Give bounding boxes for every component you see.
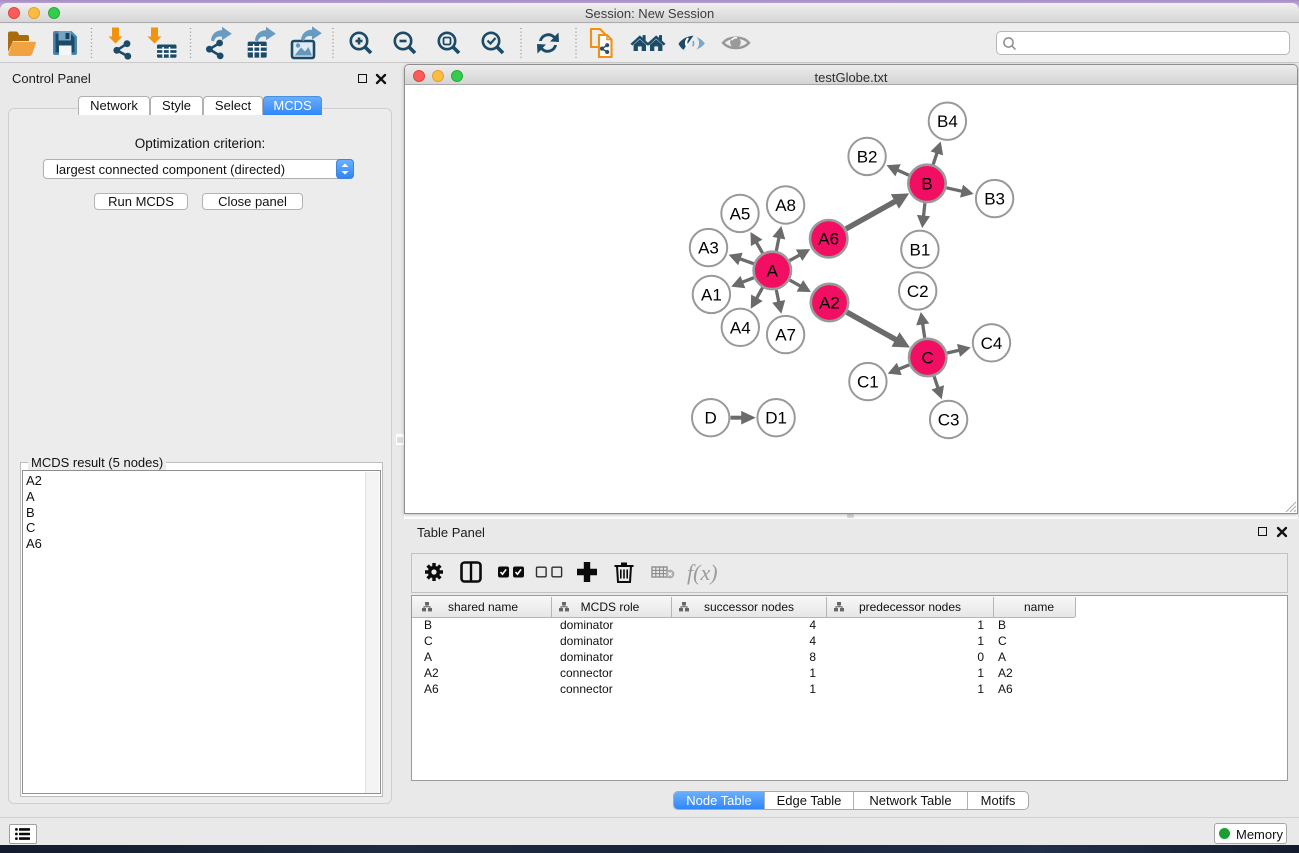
svg-text:predecessor nodes: predecessor nodes — [859, 600, 961, 614]
svg-text:D1: D1 — [765, 409, 787, 428]
svg-text:dominator: dominator — [560, 650, 613, 664]
svg-text:0: 0 — [977, 650, 984, 664]
svg-text:B: B — [424, 618, 432, 632]
svg-text:C2: C2 — [907, 282, 929, 301]
svg-text:successor nodes: successor nodes — [704, 600, 794, 614]
svg-text:1: 1 — [977, 634, 984, 648]
svg-text:B4: B4 — [937, 112, 958, 131]
svg-text:connector: connector — [560, 666, 613, 680]
svg-text:4: 4 — [809, 618, 816, 632]
svg-text:C3: C3 — [938, 411, 960, 430]
svg-text:A3: A3 — [698, 239, 719, 258]
svg-text:A6: A6 — [818, 230, 839, 249]
svg-text:D: D — [705, 409, 717, 428]
svg-text:1: 1 — [977, 666, 984, 680]
svg-text:A7: A7 — [775, 326, 796, 345]
svg-text:4: 4 — [809, 634, 816, 648]
svg-text:A4: A4 — [730, 318, 751, 337]
svg-text:A5: A5 — [730, 204, 751, 223]
svg-text:B: B — [998, 618, 1006, 632]
svg-text:1: 1 — [809, 682, 816, 696]
svg-text:8: 8 — [809, 650, 816, 664]
svg-text:name: name — [1024, 600, 1054, 614]
svg-text:A2: A2 — [819, 294, 840, 313]
svg-text:A: A — [998, 650, 1006, 664]
svg-text:C: C — [922, 349, 934, 368]
svg-text:A6: A6 — [424, 682, 439, 696]
svg-text:A6: A6 — [998, 682, 1013, 696]
svg-text:A: A — [424, 650, 432, 664]
svg-text:C1: C1 — [857, 373, 879, 392]
svg-text:B2: B2 — [857, 147, 878, 166]
svg-text:1: 1 — [977, 618, 984, 632]
svg-text:A: A — [767, 261, 779, 280]
svg-text:C: C — [998, 634, 1007, 648]
svg-text:A1: A1 — [701, 285, 722, 304]
svg-text:A2: A2 — [424, 666, 439, 680]
svg-text:MCDS role: MCDS role — [581, 600, 640, 614]
svg-text:connector: connector — [560, 682, 613, 696]
svg-text:C: C — [424, 634, 433, 648]
svg-text:B: B — [921, 174, 932, 193]
svg-text:B1: B1 — [910, 240, 931, 259]
svg-text:dominator: dominator — [560, 618, 613, 632]
svg-text:A8: A8 — [775, 196, 796, 215]
svg-text:shared name: shared name — [448, 600, 518, 614]
svg-text:A2: A2 — [998, 666, 1013, 680]
svg-text:1: 1 — [977, 682, 984, 696]
svg-text:B3: B3 — [984, 190, 1005, 209]
svg-text:C4: C4 — [981, 334, 1003, 353]
svg-text:f(x): f(x) — [687, 560, 718, 585]
svg-text:dominator: dominator — [560, 634, 613, 648]
svg-text:1: 1 — [809, 666, 816, 680]
